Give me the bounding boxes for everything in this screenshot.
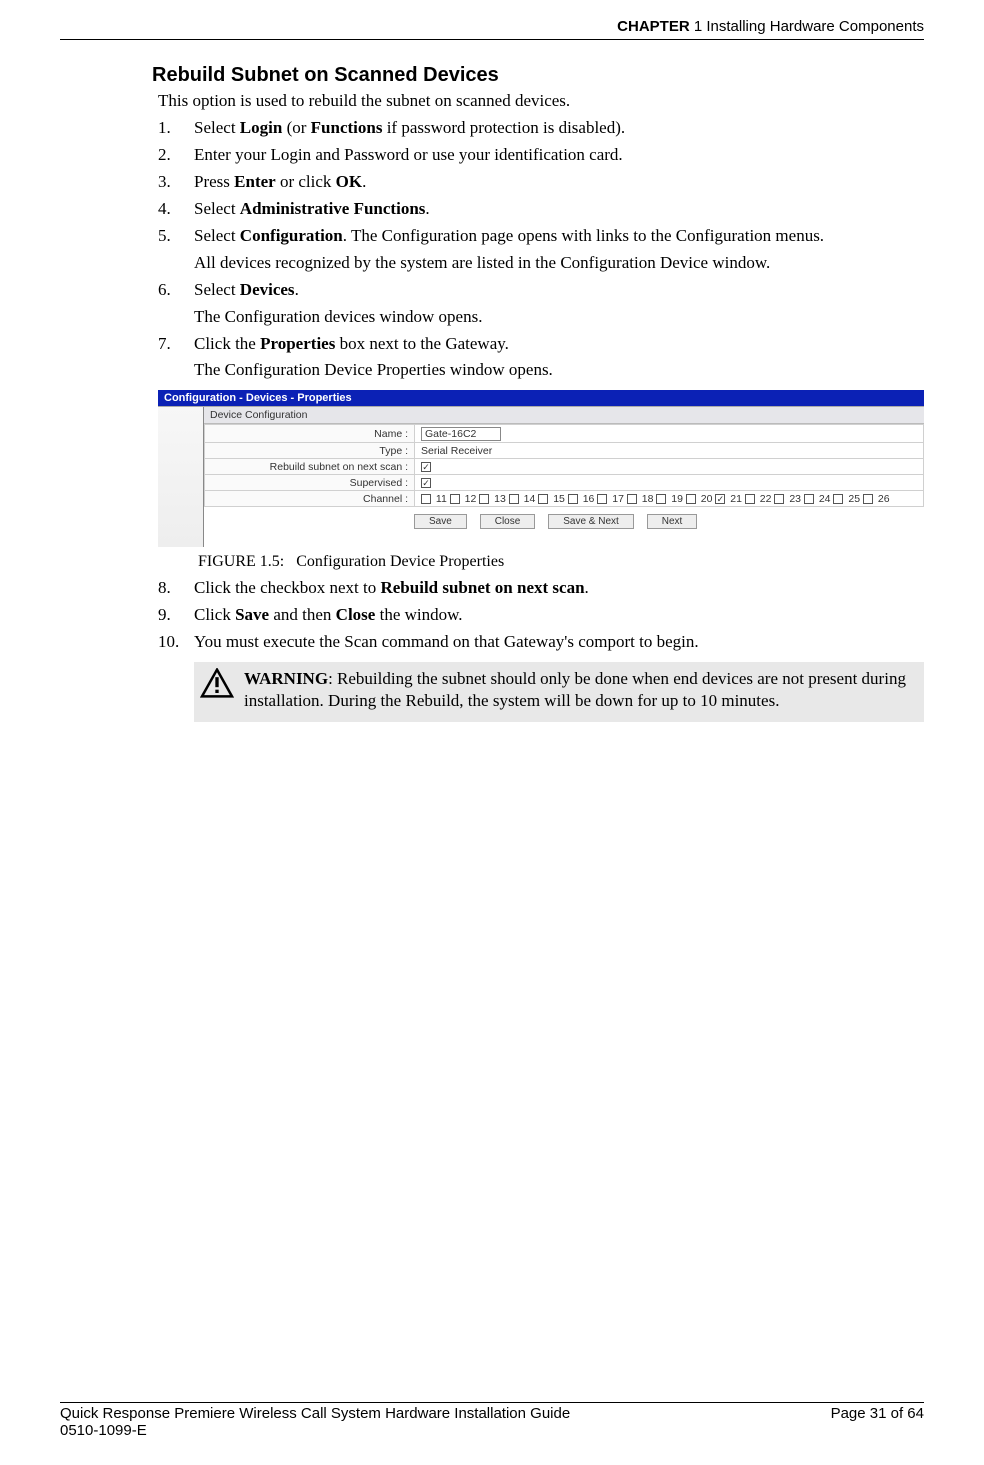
channel-checkbox-11[interactable] bbox=[421, 494, 431, 504]
channel-checkbox-26[interactable] bbox=[863, 494, 873, 504]
channel-checkbox-23[interactable] bbox=[774, 494, 784, 504]
channel-checkbox-21[interactable] bbox=[715, 494, 725, 504]
step-9: 9. Click Save and then Close the window. bbox=[158, 604, 924, 627]
next-button[interactable]: Next bbox=[647, 514, 698, 529]
close-button[interactable]: Close bbox=[480, 514, 536, 529]
channel-checkbox-14[interactable] bbox=[509, 494, 519, 504]
channel-label-24: 24 bbox=[816, 493, 834, 505]
warning-box: WARNING: Rebuilding the subnet should on… bbox=[194, 662, 924, 722]
type-label: Type : bbox=[205, 443, 415, 459]
channel-checkbox-15[interactable] bbox=[538, 494, 548, 504]
channel-checkbox-12[interactable] bbox=[450, 494, 460, 504]
channel-checkbox-19[interactable] bbox=[656, 494, 666, 504]
channel-checkbox-13[interactable] bbox=[479, 494, 489, 504]
channel-label-14: 14 bbox=[521, 493, 539, 505]
supervised-label: Supervised : bbox=[205, 475, 415, 491]
rebuild-label: Rebuild subnet on next scan : bbox=[205, 459, 415, 475]
step-1: 1. Select Login (or Functions if passwor… bbox=[158, 117, 924, 140]
channel-label-19: 19 bbox=[668, 493, 686, 505]
figure-titlebar: Configuration - Devices - Properties bbox=[158, 390, 924, 406]
warning-text: WARNING: Rebuilding the subnet should on… bbox=[244, 668, 914, 712]
step-3: 3. Press Enter or click OK. bbox=[158, 171, 924, 194]
save-next-button[interactable]: Save & Next bbox=[548, 514, 634, 529]
channel-label-20: 20 bbox=[698, 493, 716, 505]
channel-label-22: 22 bbox=[757, 493, 775, 505]
channel-label: Channel : bbox=[205, 491, 415, 507]
channel-label-16: 16 bbox=[580, 493, 598, 505]
chapter-prefix: CHAPTER bbox=[617, 18, 690, 35]
channel-checkbox-24[interactable] bbox=[804, 494, 814, 504]
type-value: Serial Receiver bbox=[415, 443, 924, 459]
footer-rule bbox=[60, 1402, 924, 1403]
figure-buttons: Save Close Save & Next Next bbox=[204, 507, 924, 539]
step-5: 5. Select Configuration. The Configurati… bbox=[158, 225, 924, 275]
footer-title: Quick Response Premiere Wireless Call Sy… bbox=[60, 1405, 570, 1422]
name-input[interactable]: Gate-16C2 bbox=[421, 427, 501, 441]
step-6: 6. Select Devices. The Configuration dev… bbox=[158, 279, 924, 329]
chapter-title: Installing Hardware Components bbox=[706, 18, 924, 35]
figure-table: Name : Gate-16C2 Type : Serial Receiver … bbox=[204, 424, 924, 507]
step-8: 8. Click the checkbox next to Rebuild su… bbox=[158, 577, 924, 600]
warning-icon bbox=[200, 668, 234, 703]
channel-row: 11 12 13 14 15 16 17 18 19 20 21 22 23 2… bbox=[415, 491, 924, 507]
header-rule bbox=[60, 39, 924, 40]
supervised-checkbox[interactable] bbox=[421, 478, 431, 488]
channel-checkbox-22[interactable] bbox=[745, 494, 755, 504]
step-10: 10. You must execute the Scan command on… bbox=[158, 631, 924, 654]
section-heading: Rebuild Subnet on Scanned Devices bbox=[152, 64, 924, 87]
channel-label-23: 23 bbox=[786, 493, 804, 505]
footer-page: Page 31 of 64 bbox=[831, 1405, 924, 1422]
channel-label-21: 21 bbox=[727, 493, 745, 505]
step-2: 2. Enter your Login and Password or use … bbox=[158, 144, 924, 167]
figure-sidebar bbox=[158, 407, 204, 547]
channel-label-25: 25 bbox=[845, 493, 863, 505]
chapter-num: 1 bbox=[694, 18, 702, 35]
channel-checkbox-16[interactable] bbox=[568, 494, 578, 504]
steps-list-1: 1. Select Login (or Functions if passwor… bbox=[158, 117, 924, 382]
channel-checkbox-20[interactable] bbox=[686, 494, 696, 504]
channel-label-17: 17 bbox=[609, 493, 627, 505]
step-7: 7. Click the Properties box next to the … bbox=[158, 333, 924, 383]
channel-checkbox-17[interactable] bbox=[597, 494, 607, 504]
name-label: Name : bbox=[205, 425, 415, 443]
section-intro: This option is used to rebuild the subne… bbox=[158, 91, 924, 111]
channel-label-12: 12 bbox=[462, 493, 480, 505]
channel-checkbox-25[interactable] bbox=[833, 494, 843, 504]
page-header: CHAPTER 1 Installing Hardware Components bbox=[60, 18, 924, 39]
channel-checkbox-18[interactable] bbox=[627, 494, 637, 504]
step-4: 4. Select Administrative Functions. bbox=[158, 198, 924, 221]
channel-label-15: 15 bbox=[550, 493, 568, 505]
figure-legend: Device Configuration bbox=[204, 407, 924, 424]
channel-label-13: 13 bbox=[491, 493, 509, 505]
channel-label-18: 18 bbox=[639, 493, 657, 505]
channel-label-26: 26 bbox=[875, 493, 890, 505]
channel-label-11: 11 bbox=[433, 493, 450, 505]
figure-1-5: Configuration - Devices - Properties Dev… bbox=[158, 390, 924, 571]
save-button[interactable]: Save bbox=[414, 514, 467, 529]
steps-list-2: 8. Click the checkbox next to Rebuild su… bbox=[158, 577, 924, 654]
footer-docid: 0510-1099-E bbox=[60, 1422, 924, 1439]
rebuild-checkbox[interactable] bbox=[421, 462, 431, 472]
figure-caption: FIGURE 1.5: Configuration Device Propert… bbox=[198, 553, 924, 571]
